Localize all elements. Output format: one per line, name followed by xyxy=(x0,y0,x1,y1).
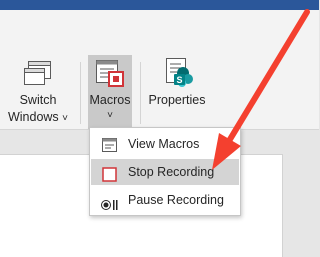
annotation-arrow-icon xyxy=(212,9,310,170)
